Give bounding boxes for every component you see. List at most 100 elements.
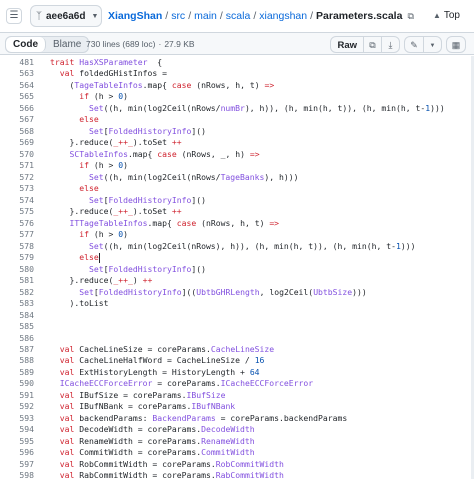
code-line: 576 ITTageTableInfos.map{ case (nRows, h…: [0, 218, 474, 229]
download-icon: ⤓: [388, 40, 393, 50]
breadcrumb-separator: /: [219, 10, 223, 22]
line-number[interactable]: 589: [8, 367, 34, 378]
top-label: Top: [443, 10, 460, 21]
code-text: val RenameWidth = coreParams.RenameWidth: [59, 435, 255, 446]
line-number[interactable]: 579: [8, 252, 34, 263]
top-button[interactable]: ▲ Top: [433, 10, 460, 21]
line-number[interactable]: 582: [8, 287, 34, 298]
line-number[interactable]: 571: [8, 160, 34, 171]
code-text: val ExtHistoryLength = HistoryLength + 6…: [59, 366, 260, 377]
breadcrumb: XiangShan / src / main / scala / xiangshan / Param…: [108, 10, 414, 22]
breadcrumb-link-main[interactable]: main: [194, 10, 217, 22]
line-number[interactable]: 568: [8, 126, 34, 137]
copy-raw-button[interactable]: ⧉: [363, 37, 381, 52]
line-number[interactable]: 581: [8, 275, 34, 286]
code-line: 579 else: [0, 252, 474, 263]
code-line: 595 val RenameWidth = coreParams.RenameW…: [0, 436, 474, 447]
edit-menu-button[interactable]: ▼: [423, 37, 441, 52]
line-number[interactable]: 563: [8, 68, 34, 79]
chevron-down-icon: ▼: [429, 42, 436, 49]
copy-icon[interactable]: ⧉: [407, 11, 413, 22]
symbols-button[interactable]: ▦: [447, 37, 465, 54]
code-view[interactable]: 481 trait HasXSParameter {563 val foldedG…: [0, 56, 474, 479]
line-number[interactable]: 592: [8, 401, 34, 412]
line-number[interactable]: 591: [8, 390, 34, 401]
code-line: 590 ICacheECCForceError = coreParams.ICa…: [0, 378, 474, 389]
code-text: ICacheECCForceError = coreParams.ICacheE…: [59, 378, 314, 389]
code-line: 596 val CommitWidth = coreParams.CommitW…: [0, 447, 474, 458]
code-line: 592 val IBufNBank = coreParams.IBufNBank: [0, 401, 474, 412]
line-number[interactable]: 587: [8, 344, 34, 355]
line-number[interactable]: 574: [8, 195, 34, 206]
code-text: val IBufSize = coreParams.IBufSize: [59, 389, 226, 400]
code-line: 566 Set((h, min(log2Ceil(nRows/numBr), h…: [0, 103, 474, 114]
code-text: Set[FoldedHistoryInfo](): [88, 263, 206, 274]
code-line: 582 Set[FoldedHistoryInfo]((UbtbGHRLengt…: [0, 287, 474, 298]
line-number[interactable]: 584: [8, 310, 34, 321]
git-branch-icon: ᛉ: [36, 10, 42, 22]
pencil-icon: ✎: [410, 40, 418, 50]
file-actions: Raw ⧉ ⤓ ✎ ▼ ▦: [330, 36, 466, 53]
code-line: 569 }.reduce(_++_).toSet ++: [0, 137, 474, 148]
branch-selector[interactable]: ᛉ aee6a6d ▼: [30, 5, 102, 27]
code-line: 575 }.reduce(_++_).toSet ++: [0, 206, 474, 217]
line-number[interactable]: 569: [8, 137, 34, 148]
tab-blame[interactable]: Blame: [46, 37, 88, 52]
tab-code[interactable]: Code: [6, 37, 46, 52]
breadcrumb-link-xiangshan[interactable]: XiangShan: [108, 10, 162, 22]
line-number[interactable]: 588: [8, 355, 34, 366]
line-number[interactable]: 577: [8, 229, 34, 240]
line-number[interactable]: 593: [8, 413, 34, 424]
edit-actions-group: ✎ ▼: [404, 36, 442, 53]
line-number[interactable]: 586: [8, 333, 34, 344]
side-panel-toggle-button[interactable]: ☰: [6, 8, 22, 24]
line-number[interactable]: 567: [8, 114, 34, 125]
line-number[interactable]: 585: [8, 321, 34, 332]
line-number[interactable]: 575: [8, 206, 34, 217]
line-number[interactable]: 570: [8, 149, 34, 160]
breadcrumb-link-xiangshan[interactable]: xiangshan: [259, 10, 307, 22]
code-line: 597 val RobCommitWidth = coreParams.RobC…: [0, 459, 474, 470]
line-number[interactable]: 566: [8, 103, 34, 114]
file-meta: 730 lines (689 loc) · 27.9 KB: [86, 39, 195, 49]
code-line: 573 else: [0, 183, 474, 194]
code-text: Set((h, min(log2Ceil(nRows), h)), (h, mi…: [88, 240, 416, 251]
code-line: 572 Set((h, min(log2Ceil(nRows/TageBanks…: [0, 172, 474, 183]
line-number[interactable]: 597: [8, 459, 34, 470]
line-number[interactable]: 594: [8, 424, 34, 435]
breadcrumb-separator: /: [165, 10, 169, 22]
view-switcher: Code Blame: [5, 36, 90, 53]
line-number[interactable]: 590: [8, 378, 34, 389]
arrow-up-icon: ▲: [432, 11, 441, 20]
line-number[interactable]: 578: [8, 241, 34, 252]
line-number[interactable]: 576: [8, 218, 34, 229]
download-button[interactable]: ⤓: [381, 37, 399, 52]
code-text: Set[FoldedHistoryInfo]((UbtbGHRLength, l…: [79, 286, 367, 297]
breadcrumb-link-scala[interactable]: scala: [226, 10, 251, 22]
code-line: 565 if (h > 0): [0, 91, 474, 102]
code-text: SCTableInfos.map{ case (nRows, _, h) =>: [69, 148, 260, 159]
line-number[interactable]: 580: [8, 264, 34, 275]
code-line: 593 val backendParams: BackendParams = c…: [0, 413, 474, 424]
line-number[interactable]: 595: [8, 436, 34, 447]
code-line: 586: [0, 333, 474, 344]
line-number[interactable]: 583: [8, 298, 34, 309]
line-number[interactable]: 565: [8, 91, 34, 102]
code-text: val RabCommitWidth = coreParams.RabCommi…: [59, 470, 284, 479]
line-number[interactable]: 598: [8, 470, 34, 479]
code-line: 568 Set[FoldedHistoryInfo](): [0, 126, 474, 137]
code-line: 564 (TageTableInfos.map{ case (nRows, h,…: [0, 80, 474, 91]
line-number[interactable]: 596: [8, 447, 34, 458]
code-text: else: [79, 183, 99, 194]
code-text: val CacheLineHalfWord = CacheLineSize / …: [59, 355, 265, 366]
code-line: 577 if (h > 0): [0, 229, 474, 240]
raw-button[interactable]: Raw: [331, 37, 363, 52]
code-line: 571 if (h > 0): [0, 160, 474, 171]
line-number[interactable]: 572: [8, 172, 34, 183]
line-number[interactable]: 573: [8, 183, 34, 194]
breadcrumb-link-src[interactable]: src: [171, 10, 185, 22]
line-number[interactable]: 564: [8, 80, 34, 91]
edit-button[interactable]: ✎: [405, 37, 423, 52]
line-number[interactable]: 481: [8, 57, 34, 68]
copy-icon: ⧉: [369, 40, 376, 50]
